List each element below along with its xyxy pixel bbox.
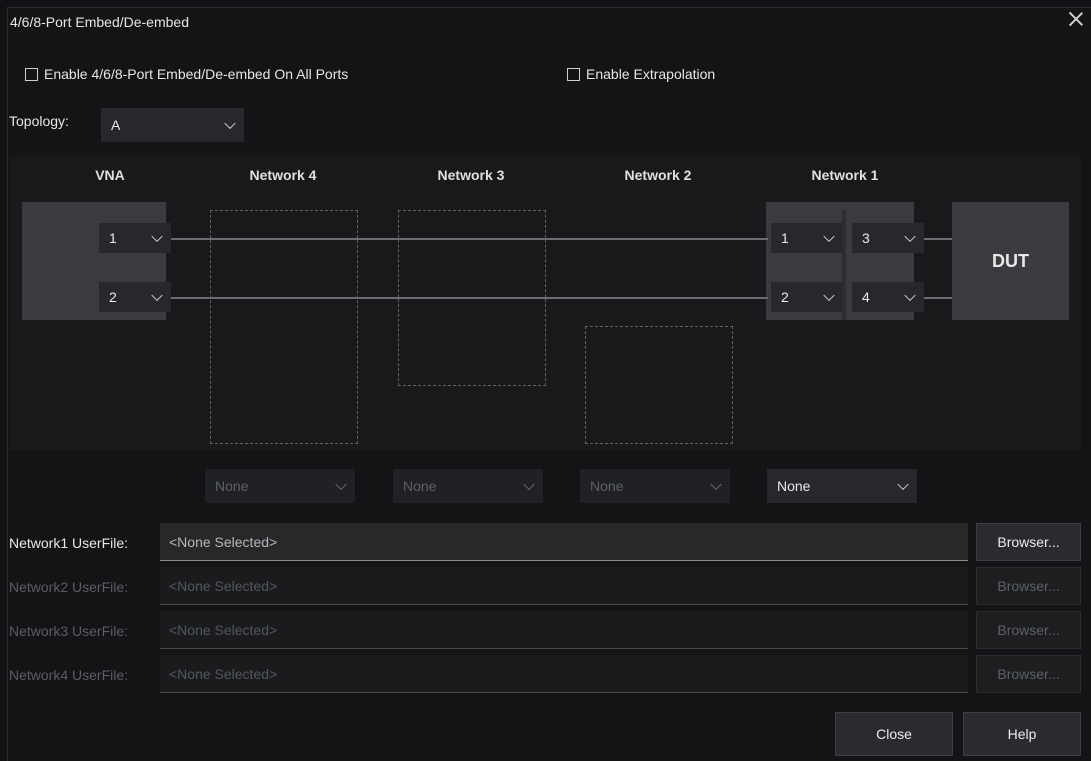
network3-type-value: None	[403, 478, 437, 494]
chevron-down-icon	[897, 478, 909, 491]
chevron-down-icon	[823, 230, 835, 243]
close-icon[interactable]	[1067, 10, 1085, 28]
topology-value: A	[111, 117, 121, 133]
network2-userfile-field[interactable]: <None Selected>	[160, 567, 968, 605]
checkbox-box[interactable]	[567, 67, 580, 81]
network1-port-4-select[interactable]: 4	[852, 282, 924, 312]
network1-port-2-select[interactable]: 2	[771, 282, 843, 312]
header-network1: Network 1	[811, 167, 879, 183]
network4-placeholder	[210, 210, 358, 444]
chevron-down-icon	[904, 230, 916, 243]
network2-userfile-label: Network2 UserFile:	[9, 579, 129, 595]
network2-placeholder	[585, 326, 733, 444]
network1-userfile-field[interactable]: <None Selected>	[160, 523, 968, 561]
enable-all-ports-label: Enable 4/6/8-Port Embed/De-embed On All …	[44, 66, 349, 82]
network1-port-2-value: 2	[781, 289, 789, 305]
chevron-down-icon	[904, 289, 916, 302]
chevron-down-icon	[151, 230, 163, 243]
chevron-down-icon	[224, 117, 236, 130]
chevron-down-icon	[151, 289, 163, 302]
chevron-down-icon	[523, 478, 535, 491]
enable-extrapolation-label: Enable Extrapolation	[586, 66, 716, 82]
topology-select[interactable]: A	[101, 108, 244, 142]
network4-type-select[interactable]: None	[205, 469, 355, 503]
network3-userfile-field[interactable]: <None Selected>	[160, 611, 968, 649]
chevron-down-icon	[823, 289, 835, 302]
header-network3: Network 3	[437, 167, 505, 183]
network1-type-select[interactable]: None	[767, 469, 917, 503]
network4-type-value: None	[215, 478, 249, 494]
network4-userfile-field[interactable]: <None Selected>	[160, 655, 968, 693]
network2-type-select[interactable]: None	[580, 469, 730, 503]
vna-port-1-value: 1	[109, 230, 117, 246]
network3-type-select[interactable]: None	[393, 469, 543, 503]
header-vna: VNA	[95, 167, 125, 183]
header-network2: Network 2	[624, 167, 692, 183]
help-button[interactable]: Help	[963, 712, 1081, 756]
dut-block: DUT	[952, 202, 1069, 320]
chevron-down-icon	[710, 478, 722, 491]
network1-port-3-select[interactable]: 3	[852, 223, 924, 253]
network1-port-1-value: 1	[781, 230, 789, 246]
network4-browse-button[interactable]: Browser...	[976, 655, 1081, 693]
network3-browse-button[interactable]: Browser...	[976, 611, 1081, 649]
vna-port-2-select[interactable]: 2	[99, 282, 171, 312]
network4-userfile-label: Network4 UserFile:	[9, 667, 129, 683]
network1-port-4-value: 4	[862, 289, 870, 305]
topology-label: Topology:	[9, 113, 69, 129]
enable-extrapolation-checkbox[interactable]: Enable Extrapolation	[567, 66, 715, 82]
header-network4: Network 4	[249, 167, 317, 183]
network1-browse-button[interactable]: Browser...	[976, 523, 1081, 561]
checkbox-box[interactable]	[25, 67, 38, 81]
network1-userfile-label: Network1 UserFile:	[9, 535, 129, 551]
network2-type-value: None	[590, 478, 624, 494]
vna-port-2-value: 2	[109, 289, 117, 305]
close-button[interactable]: Close	[835, 712, 953, 756]
vna-port-1-select[interactable]: 1	[99, 223, 171, 253]
network2-browse-button[interactable]: Browser...	[976, 567, 1081, 605]
dialog-title: 4/6/8-Port Embed/De-embed	[10, 14, 189, 30]
network1-port-3-value: 3	[862, 230, 870, 246]
network1-port-1-select[interactable]: 1	[771, 223, 843, 253]
network3-placeholder	[398, 210, 546, 386]
enable-all-ports-checkbox[interactable]: Enable 4/6/8-Port Embed/De-embed On All …	[25, 66, 348, 82]
chevron-down-icon	[335, 478, 347, 491]
network3-userfile-label: Network3 UserFile:	[9, 623, 129, 639]
network1-type-value: None	[777, 478, 811, 494]
